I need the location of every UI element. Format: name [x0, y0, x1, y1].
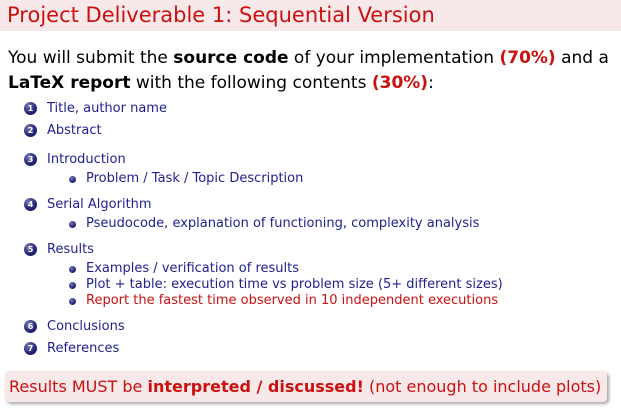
bullet-icon: [69, 298, 76, 305]
slide-title: Project Deliverable 1: Sequential Versio…: [0, 0, 621, 31]
report-percentage: (30%): [371, 73, 429, 93]
intro-paragraph: You will submit the source code of your …: [8, 46, 613, 96]
sub-list: Pseudocode, explanation of functioning, …: [24, 216, 614, 232]
sub-list-item: Plot + table: execution time vs problem …: [69, 277, 614, 293]
intro-text: and a: [555, 48, 609, 68]
number-badge-icon: 4: [24, 198, 37, 211]
number-badge-icon: 1: [24, 102, 37, 115]
intro-text: of your implementation: [288, 48, 500, 68]
contents-list: 1 Title, author name 2 Abstract 3 Introd…: [24, 98, 614, 360]
bullet-icon: [69, 221, 76, 228]
list-item-label: Results: [47, 242, 94, 257]
alert-box: Results MUST be interpreted / discussed!…: [5, 371, 607, 402]
alert-text: Results MUST be: [9, 377, 148, 396]
number-badge-icon: 7: [24, 342, 37, 355]
alert-text: (not enough to include plots): [363, 377, 602, 396]
sub-list-item: Examples / verification of results: [69, 261, 614, 277]
number-badge-icon: 5: [24, 243, 37, 256]
bullet-icon: [69, 266, 76, 273]
sub-list: Problem / Task / Topic Description: [24, 171, 614, 187]
intro-text: You will submit the: [8, 48, 174, 68]
sub-list-item: Pseudocode, explanation of functioning, …: [69, 216, 614, 232]
number-badge-icon: 2: [24, 124, 37, 137]
bullet-icon: [69, 176, 76, 183]
list-item: 5 Results: [24, 239, 614, 261]
sub-item-text: Examples / verification of results: [86, 261, 300, 276]
source-code-emphasis: source code: [173, 48, 289, 68]
sub-item-text: Pseudocode, explanation of functioning, …: [86, 216, 480, 231]
list-item: 4 Serial Algorithm: [24, 194, 614, 216]
latex-report-emphasis: LaTeX report: [8, 73, 131, 93]
code-percentage: (70%): [499, 48, 556, 68]
alert-emphasis: interpreted / discussed!: [147, 377, 364, 396]
list-item-label: Conclusions: [47, 319, 125, 334]
intro-text: with the following contents: [130, 73, 372, 93]
list-item-label: References: [47, 341, 120, 356]
number-badge-icon: 3: [24, 153, 37, 166]
sub-item-text: Problem / Task / Topic Description: [86, 171, 304, 186]
list-item-label: Serial Algorithm: [47, 197, 152, 212]
number-badge-icon: 6: [24, 320, 37, 333]
list-item-label: Introduction: [47, 152, 126, 167]
sub-list-item-alert: Report the fastest time observed in 10 i…: [69, 293, 614, 309]
list-item: 2 Abstract: [24, 120, 614, 142]
sub-item-text: Report the fastest time observed in 10 i…: [86, 293, 499, 308]
list-item: 7 References: [24, 338, 614, 360]
list-item: 1 Title, author name: [24, 98, 614, 120]
sub-list-item: Problem / Task / Topic Description: [69, 171, 614, 187]
intro-text: :: [428, 73, 434, 93]
list-item: 6 Conclusions: [24, 316, 614, 338]
sub-list: Examples / verification of results Plot …: [24, 261, 614, 309]
list-item-label: Abstract: [47, 123, 102, 138]
sub-item-text: Plot + table: execution time vs problem …: [86, 277, 503, 292]
list-item: 3 Introduction: [24, 149, 614, 171]
list-item-label: Title, author name: [47, 101, 167, 116]
bullet-icon: [69, 282, 76, 289]
